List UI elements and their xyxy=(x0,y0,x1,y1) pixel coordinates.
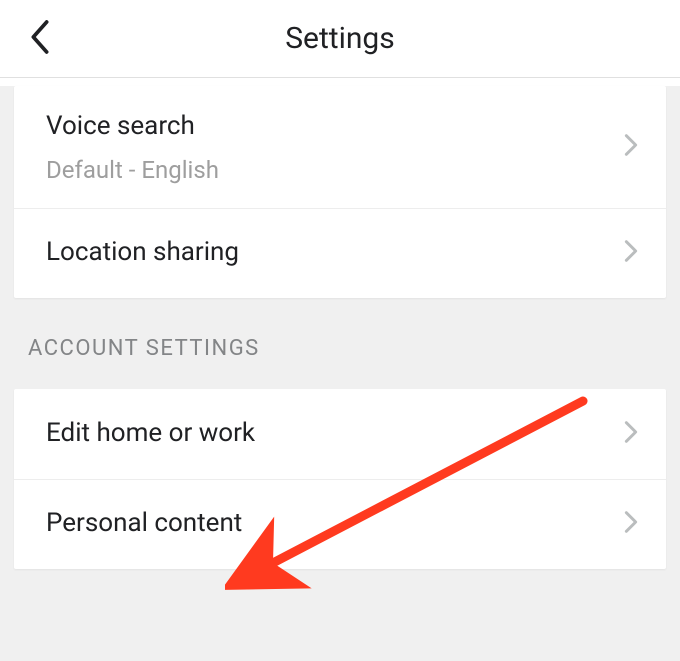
chevron-right-icon xyxy=(624,239,638,267)
chevron-right-icon xyxy=(624,510,638,538)
row-title: Location sharing xyxy=(46,236,624,270)
chevron-right-icon xyxy=(624,420,638,448)
header: Settings xyxy=(0,0,680,78)
content: Voice search Default - English Location … xyxy=(0,86,680,661)
row-title: Personal content xyxy=(46,507,624,541)
row-text: Voice search Default - English xyxy=(46,110,624,184)
row-personal-content[interactable]: Personal content xyxy=(14,479,666,569)
row-text: Edit home or work xyxy=(46,417,624,451)
settings-group-general: Voice search Default - English Location … xyxy=(14,86,666,298)
settings-group-account: Edit home or work Personal content xyxy=(14,389,666,569)
row-subtitle: Default - English xyxy=(46,156,624,184)
row-voice-search[interactable]: Voice search Default - English xyxy=(14,86,666,208)
page-title: Settings xyxy=(20,21,660,56)
row-text: Location sharing xyxy=(46,236,624,270)
row-text: Personal content xyxy=(46,507,624,541)
row-location-sharing[interactable]: Location sharing xyxy=(14,208,666,298)
row-title: Voice search xyxy=(46,110,624,144)
section-header-account: ACCOUNT SETTINGS xyxy=(0,298,680,377)
row-title: Edit home or work xyxy=(46,417,624,451)
chevron-left-icon xyxy=(30,20,50,58)
back-button[interactable] xyxy=(20,19,60,59)
chevron-right-icon xyxy=(624,133,638,161)
row-edit-home-work[interactable]: Edit home or work xyxy=(14,389,666,479)
